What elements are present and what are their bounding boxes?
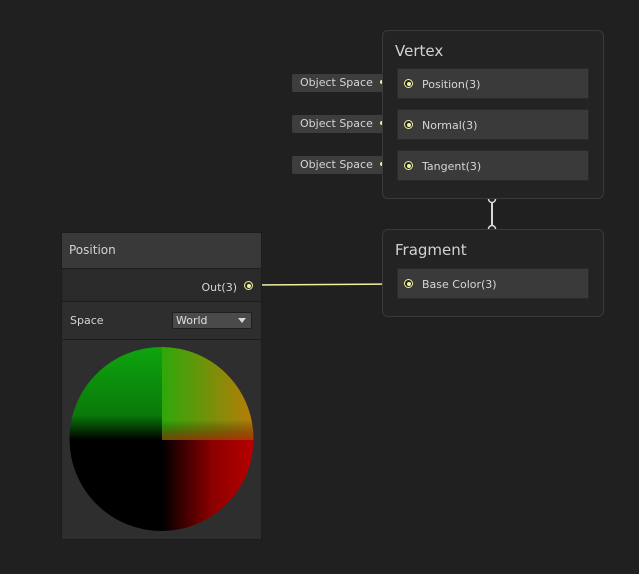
tangent-default-label: Object Space bbox=[300, 158, 373, 171]
position-node-settings: Space World bbox=[62, 302, 261, 340]
vertex-block-normal[interactable]: Normal(3) bbox=[397, 109, 589, 140]
position-default-pill[interactable]: Object Space bbox=[292, 74, 392, 92]
fragment-block-base-color-label: Base Color(3) bbox=[422, 278, 497, 291]
vertex-block-position[interactable]: Position(3) bbox=[397, 68, 589, 99]
tangent-port-icon[interactable] bbox=[404, 161, 413, 170]
position-node[interactable]: Position Out(3) Space World bbox=[61, 232, 262, 540]
position-node-header[interactable]: Position bbox=[62, 233, 261, 269]
position-default-label: Object Space bbox=[300, 76, 373, 89]
vertex-block-position-label: Position(3) bbox=[422, 78, 481, 91]
vertex-block-tangent[interactable]: Tangent(3) bbox=[397, 150, 589, 181]
position-node-title: Position bbox=[69, 243, 116, 257]
space-dropdown-value: World bbox=[176, 314, 208, 327]
space-dropdown[interactable]: World bbox=[172, 312, 252, 329]
vertex-block-tangent-label: Tangent(3) bbox=[422, 160, 482, 173]
normal-default-label: Object Space bbox=[300, 117, 373, 130]
normal-default-pill[interactable]: Object Space bbox=[292, 115, 392, 133]
sphere-preview-image bbox=[69, 347, 254, 531]
tangent-default-pill[interactable]: Object Space bbox=[292, 156, 392, 174]
sphere-preview[interactable] bbox=[62, 340, 261, 539]
position-port-icon[interactable] bbox=[404, 79, 413, 88]
vertex-context-title: Vertex bbox=[395, 42, 444, 60]
out-port-icon[interactable] bbox=[244, 281, 253, 290]
out-port-label: Out(3) bbox=[201, 281, 237, 294]
normal-port-icon[interactable] bbox=[404, 120, 413, 129]
chevron-down-icon bbox=[238, 318, 246, 323]
fragment-context[interactable]: Fragment Base Color(3) bbox=[382, 229, 604, 317]
fragment-context-title: Fragment bbox=[395, 241, 467, 259]
vertex-context[interactable]: Vertex Position(3) Normal(3) Tangent(3) bbox=[382, 30, 604, 199]
shader-graph-canvas[interactable]: Object Space Object Space Object Space V… bbox=[0, 0, 639, 574]
vertex-block-normal-label: Normal(3) bbox=[422, 119, 478, 132]
fragment-block-base-color[interactable]: Base Color(3) bbox=[397, 268, 589, 299]
space-label: Space bbox=[70, 314, 104, 327]
position-node-outputs: Out(3) bbox=[62, 269, 261, 302]
base-color-port-icon[interactable] bbox=[404, 279, 413, 288]
